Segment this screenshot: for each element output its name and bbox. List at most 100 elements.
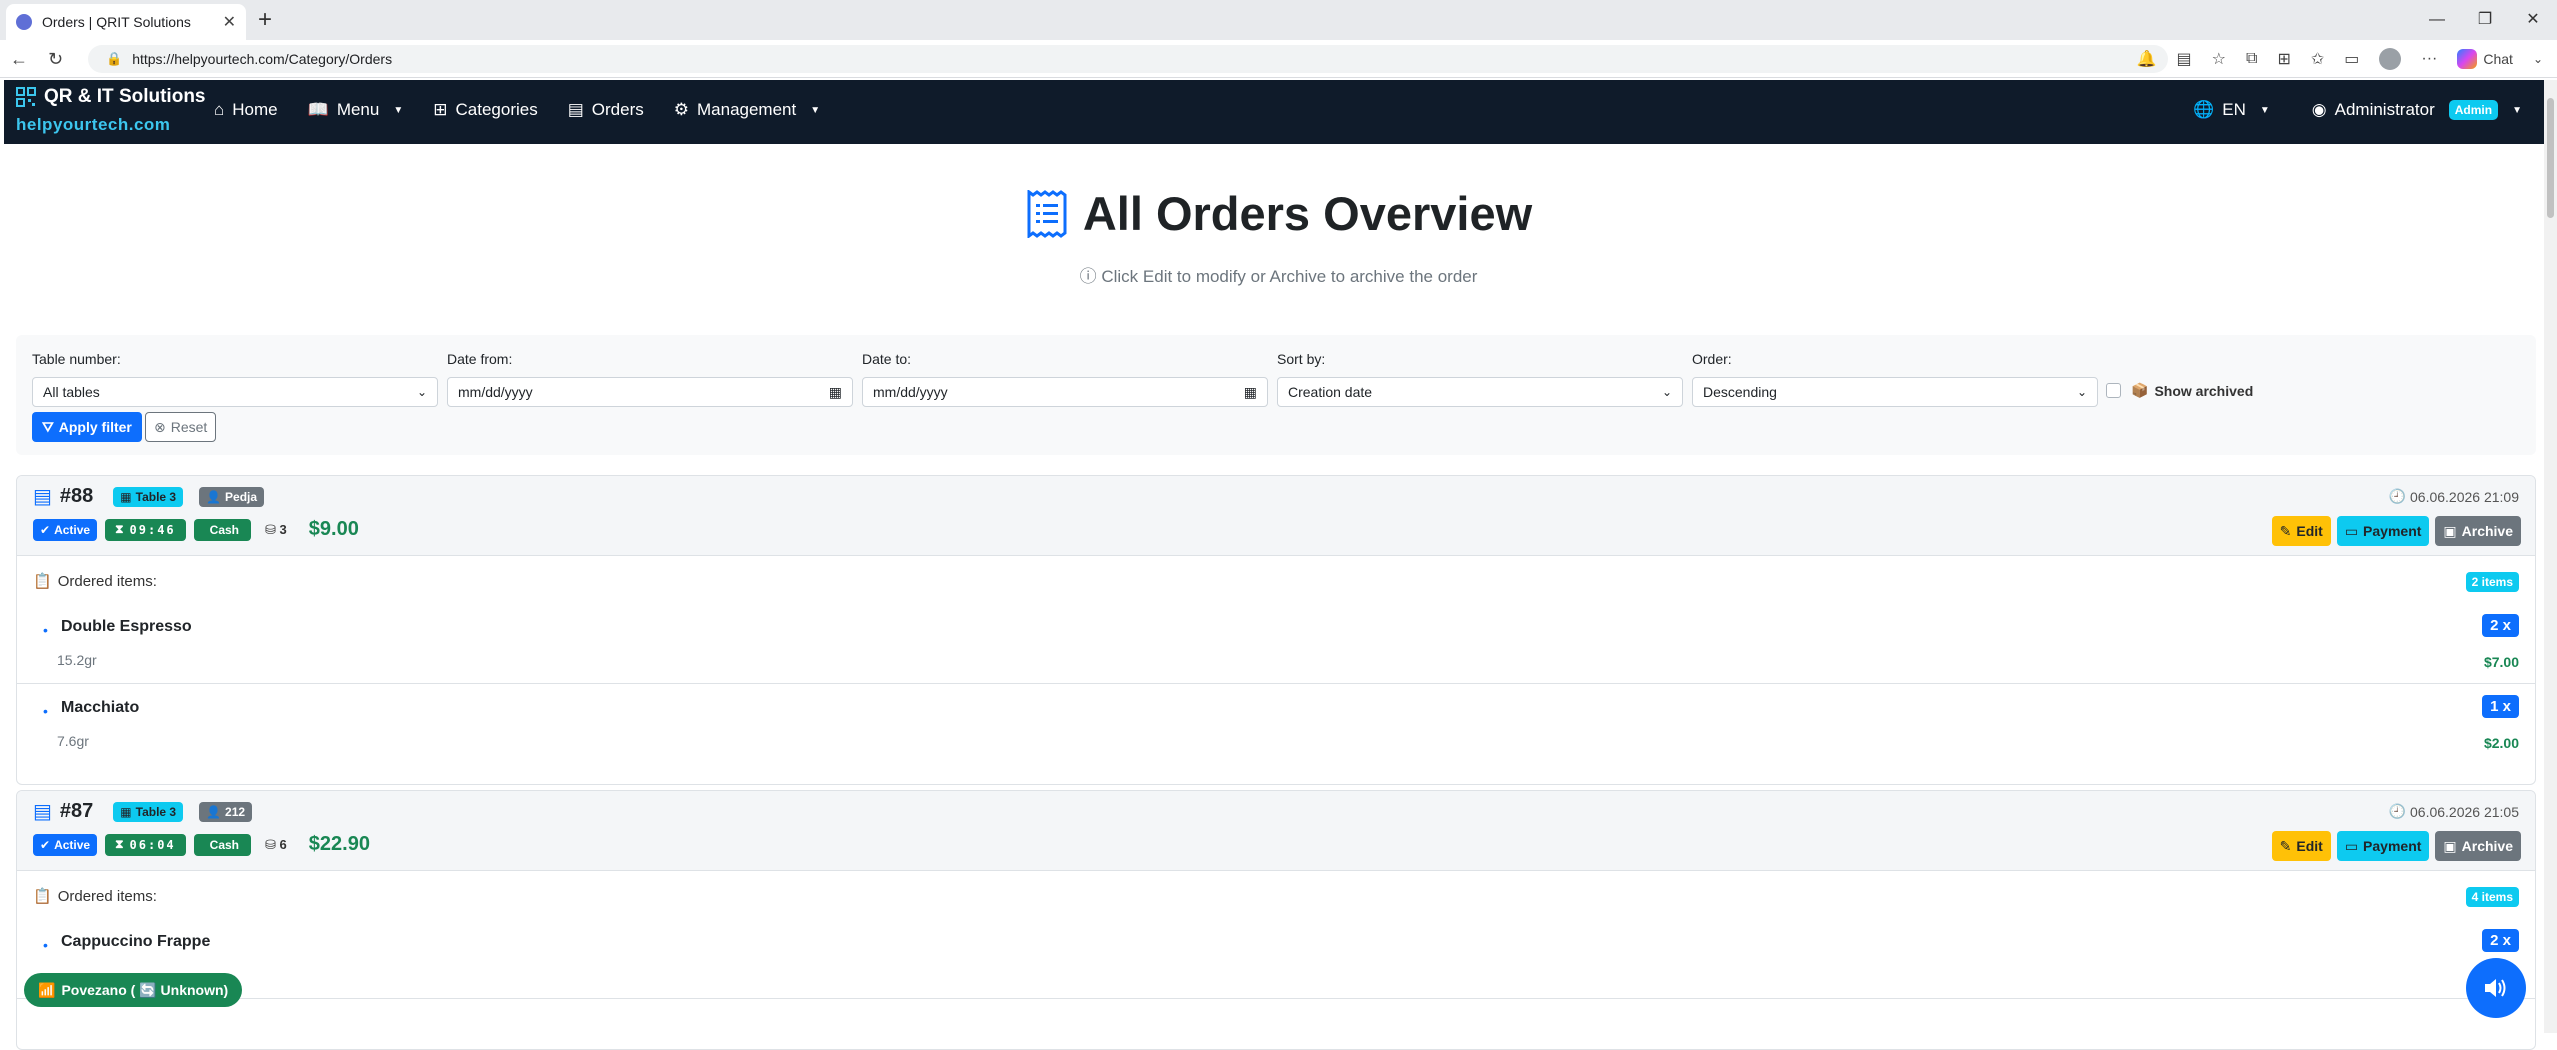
browser-tab[interactable]: Orders | QRIT Solutions ✕ <box>6 4 246 40</box>
favorite-star-icon[interactable]: ☆ <box>2212 49 2226 69</box>
tab-title: Orders | QRIT Solutions <box>42 14 191 30</box>
item-quantity: 1 x <box>2482 695 2519 718</box>
reset-button[interactable]: ⊗ Reset <box>145 412 217 442</box>
archive-button[interactable]: ▣ Archive <box>2435 831 2521 861</box>
filter-panel: Table number: All tables ⌄ Date from: mm… <box>16 335 2536 455</box>
extensions-icon[interactable]: ⧉ <box>2246 50 2257 68</box>
nav-links: ⌂ Home 📖 Menu ▼ ⊞ Categories ▤ Orders ⚙ M… <box>214 100 820 120</box>
brand[interactable]: QR & IT Solutions helpyourtech.com <box>16 86 206 135</box>
table-icon: ▦ <box>120 804 132 819</box>
item-name: Cappuccino Frappe <box>61 933 211 950</box>
clipboard-icon: 📋 <box>33 573 52 590</box>
page-subtitle: ⓘ Click Edit to modify or Archive to arc… <box>1079 267 1478 286</box>
credit-card-icon: ▭ <box>2344 522 2359 539</box>
payment-button[interactable]: ▭ Payment <box>2336 831 2430 861</box>
table-badge: ▦ Table 3 <box>113 486 184 507</box>
chevron-down-icon: ▼ <box>810 104 821 116</box>
more-icon[interactable]: ··· <box>2421 50 2437 68</box>
hourglass-icon: ⧗ <box>115 837 126 851</box>
back-icon[interactable]: ← <box>10 49 28 70</box>
user-badge: 👤 212 <box>199 801 253 822</box>
favorites-icon[interactable]: ✩ <box>2311 49 2324 69</box>
app-navbar: QR & IT Solutions helpyourtech.com ⌂ Hom… <box>4 80 2544 144</box>
box-icon: 📦 <box>2131 382 2149 398</box>
order-id: #88 <box>59 485 94 507</box>
scrollbar-thumb[interactable] <box>2547 98 2554 218</box>
check-circle-icon: ✔ <box>40 837 51 852</box>
admin-badge: Admin <box>2448 100 2499 120</box>
table-filter: Table number: All tables ⌄ <box>32 351 438 407</box>
site-favicon-icon <box>16 14 32 30</box>
item-weight: 15.2gr <box>57 652 97 668</box>
edit-button[interactable]: ✎ Edit <box>2271 516 2331 546</box>
item-price: $7.00 <box>2483 654 2519 670</box>
notifications-icon[interactable]: 🔔 <box>2137 49 2157 69</box>
brand-title: QR & IT Solutions <box>44 86 206 107</box>
receipt-icon <box>1027 189 1067 238</box>
book-icon: 📖 <box>307 100 329 119</box>
order-time: 🕘 06.06.2026 21:09 <box>2388 488 2519 505</box>
receipt-icon: ▤ <box>33 801 52 823</box>
restore-icon[interactable]: ❐ <box>2461 0 2509 40</box>
language-dropdown[interactable]: 🌐 EN ▼ <box>2193 100 2270 120</box>
info-icon: ⓘ <box>1079 267 1097 286</box>
list-item: • Cappuccino Frappe 2 x <box>17 919 2535 999</box>
person-icon: 👤 <box>206 804 222 819</box>
copilot-chat-button[interactable]: Chat <box>2457 49 2513 69</box>
show-archived-checkbox[interactable] <box>2106 383 2121 398</box>
order-id: #87 <box>59 800 94 822</box>
wifi-icon: 📶 <box>38 981 56 998</box>
address-bar-row: ← ↻ 🔒 https://helpyourtech.com/Category/… <box>0 40 2557 78</box>
list-item: • Macchiato 7.6gr 1 x $2.00 <box>17 685 2535 765</box>
home-icon: ⌂ <box>214 100 225 119</box>
order-total: $22.90 <box>308 833 370 855</box>
calendar-icon[interactable]: ▦ <box>1244 384 1257 401</box>
archive-button[interactable]: ▣ Archive <box>2435 516 2521 546</box>
page-scrollbar[interactable] <box>2544 80 2557 1033</box>
check-circle-icon: ✔ <box>40 522 51 537</box>
order-total: $9.00 <box>308 518 359 540</box>
piece-count: ⛁ 3 <box>265 521 287 537</box>
reload-icon[interactable]: ↻ <box>48 49 63 70</box>
show-archived-toggle[interactable]: 📦 Show archived <box>2106 382 2253 399</box>
payment-method-badge: Cash <box>193 833 251 856</box>
sound-toggle-button[interactable] <box>2466 958 2526 1018</box>
table-icon: ▦ <box>120 489 132 504</box>
sidebar-toggle-icon[interactable]: ⌄ <box>2533 52 2543 66</box>
order-select[interactable]: Descending ⌄ <box>1692 377 2098 407</box>
new-tab-icon[interactable]: + <box>258 6 272 34</box>
bag-icon: ⛁ <box>265 836 276 852</box>
clipboard-icon: 📋 <box>33 888 52 905</box>
lock-icon[interactable]: 🔒 <box>106 51 122 67</box>
address-field[interactable]: 🔒 https://helpyourtech.com/Category/Orde… <box>88 45 2168 73</box>
user-dropdown[interactable]: ◉ Administrator Admin ▼ <box>2312 100 2522 120</box>
page-title: All Orders Overview <box>1082 187 1533 240</box>
edit-button[interactable]: ✎ Edit <box>2271 831 2331 861</box>
calendar-icon[interactable]: ▦ <box>829 384 842 401</box>
nav-categories[interactable]: ⊞ Categories <box>433 100 537 120</box>
date-from-input[interactable]: mm/dd/yyyy ▦ <box>447 377 853 407</box>
nav-menu[interactable]: 📖 Menu ▼ <box>308 100 404 120</box>
timer-badge: ⧗ 06:04 <box>105 833 186 856</box>
connection-status-badge[interactable]: 📶 Povezano ( 🔄 Unknown) <box>24 973 243 1007</box>
nav-orders[interactable]: ▤ Orders <box>568 100 644 120</box>
nav-home[interactable]: ⌂ Home <box>214 100 278 120</box>
minimize-icon[interactable]: — <box>2413 0 2461 40</box>
pencil-icon: ✎ <box>2279 837 2292 854</box>
brand-domain: helpyourtech.com <box>16 115 171 134</box>
reading-view-icon[interactable]: ▤ <box>2177 49 2192 69</box>
close-tab-icon[interactable]: ✕ <box>223 12 236 32</box>
collections-icon[interactable]: ⊞ <box>2277 49 2290 69</box>
table-select[interactable]: All tables ⌄ <box>32 377 438 407</box>
item-weight: 7.6gr <box>57 733 89 749</box>
sort-select[interactable]: Creation date ⌄ <box>1277 377 1683 407</box>
nav-management[interactable]: ⚙ Management ▼ <box>674 100 820 120</box>
split-screen-icon[interactable]: ▭ <box>2344 49 2359 69</box>
date-from-filter: Date from: mm/dd/yyyy ▦ <box>447 351 853 407</box>
bag-icon: ⛁ <box>265 521 276 537</box>
close-window-icon[interactable]: ✕ <box>2509 0 2557 40</box>
profile-avatar[interactable] <box>2379 48 2402 70</box>
date-to-input[interactable]: mm/dd/yyyy ▦ <box>862 377 1268 407</box>
apply-filter-button[interactable]: ⛛ Apply filter <box>32 412 142 442</box>
payment-button[interactable]: ▭ Payment <box>2336 516 2430 546</box>
